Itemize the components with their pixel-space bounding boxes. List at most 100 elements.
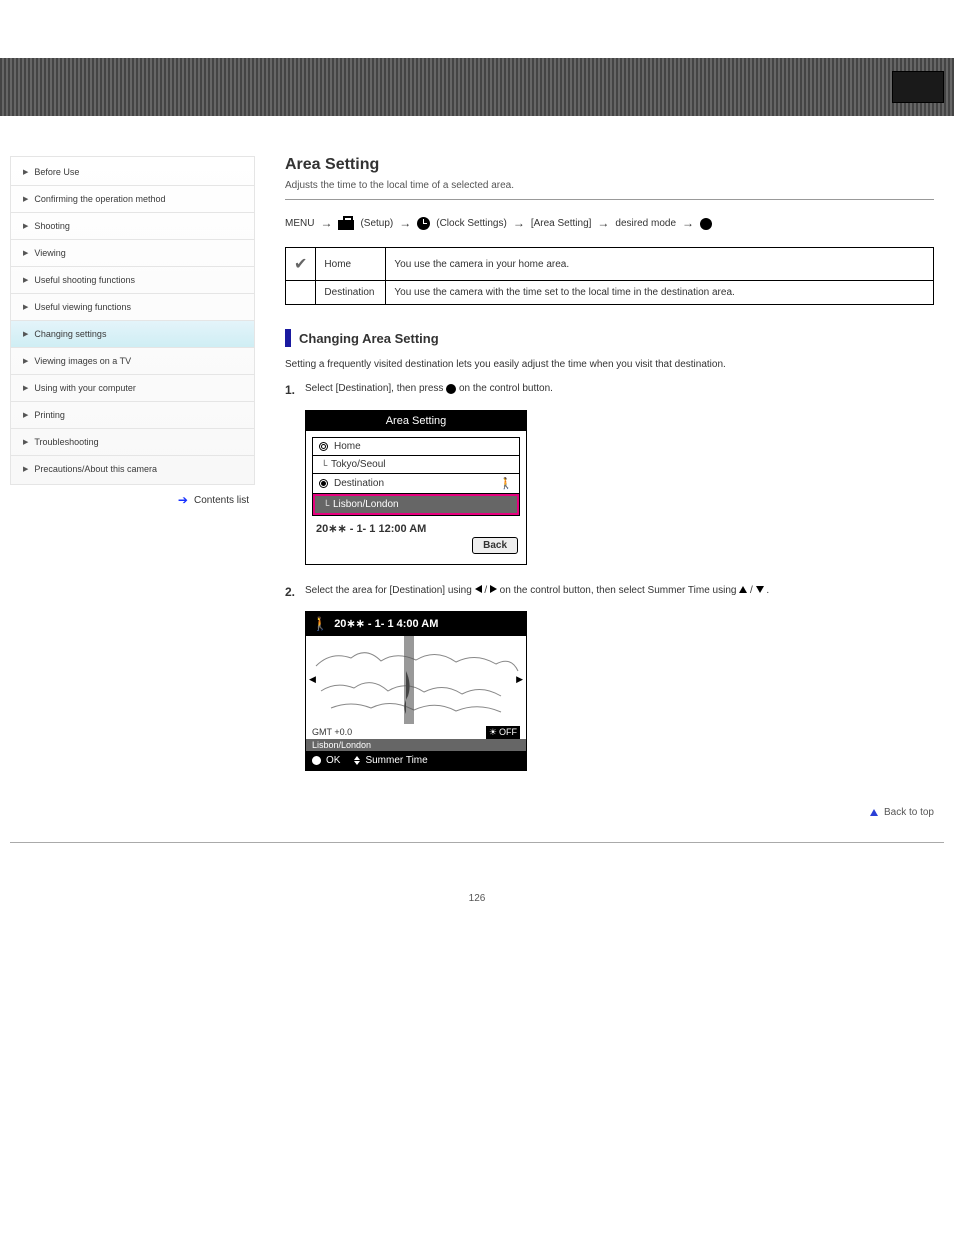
clock-icon — [417, 217, 430, 230]
lcd-list: Home Tokyo/Seoul Destination 🚶 Lisbon/Lo… — [312, 437, 520, 516]
nav-changing-settings[interactable]: ▶Changing settings — [11, 321, 254, 348]
nav-useful-shooting[interactable]: ▶ Useful shooting functions — [11, 267, 254, 294]
nav-troubleshooting[interactable]: ▶Troubleshooting — [11, 429, 254, 456]
arrow-icon: → — [513, 214, 525, 233]
chevron-right-icon: ▶ — [23, 195, 28, 203]
nav-viewing-on-tv[interactable]: ▶Viewing images on a TV — [11, 348, 254, 375]
dot-icon — [446, 384, 456, 394]
arrow-icon: → — [597, 214, 609, 233]
step-text: . — [766, 585, 769, 596]
divider — [285, 199, 934, 200]
menu-prefix: MENU — [285, 216, 314, 232]
check-cell: ✔ — [286, 248, 316, 281]
step-1: 1. Select [Destination], then press on t… — [285, 381, 934, 400]
person-walking-icon: 🚶 — [312, 616, 328, 632]
chevron-right-icon: ▶ — [23, 357, 28, 365]
option-desc: You use the camera in your home area. — [386, 248, 934, 281]
lcd-datetime: 20∗∗ - 1- 1 12:00 AM — [312, 516, 520, 537]
chevron-right-icon: ▶ — [23, 303, 28, 311]
nav-printing[interactable]: ▶ Printing — [11, 402, 254, 429]
triangle-down-icon — [756, 586, 764, 593]
nav-label: Useful viewing functions — [34, 302, 131, 312]
nav-label: Useful shooting functions — [34, 275, 135, 285]
main-content: Area Setting Adjusts the time to the loc… — [285, 156, 944, 818]
step-2: 2. Select the area for [Destination] usi… — [285, 583, 934, 602]
triangle-left-icon — [475, 585, 482, 593]
chevron-right-icon: ▶ — [23, 465, 28, 473]
step-number: 1. — [285, 381, 299, 400]
checkmark-icon: ✔ — [294, 256, 307, 273]
triangle-up-icon — [739, 586, 747, 593]
lcd2-top-bar: 🚶 20∗∗ - 1- 1 4:00 AM — [306, 612, 526, 636]
menu-path: MENU → (Setup) → (Clock Settings) → [Are… — [285, 214, 934, 233]
section-title: Changing Area Setting — [299, 331, 439, 346]
person-walking-icon: 🚶 — [499, 477, 513, 490]
world-map-icon — [306, 636, 526, 724]
chevron-right-icon: ▶ — [23, 168, 28, 176]
option-row-home: ✔ Home You use the camera in your home a… — [286, 248, 934, 281]
radio-filled-icon — [319, 479, 328, 488]
step-text: Select [Destination], then press — [305, 383, 443, 394]
nav-label: Printing — [34, 410, 65, 420]
step-number: 2. — [285, 583, 299, 602]
back-to-top-label: Back to top — [884, 807, 934, 818]
sun-icon: ☀ — [489, 727, 497, 738]
step-text: Select the area for [Destination] using — [305, 585, 472, 596]
lcd-row-destination: Destination 🚶 — [313, 474, 519, 494]
section-intro: Setting a frequently visited destination… — [285, 357, 934, 373]
lcd-world-map: 🚶 20∗∗ - 1- 1 4:00 AM ◀ ▶ GMT +0.0 — [305, 611, 527, 771]
page-title: Area Setting — [285, 156, 934, 174]
chevron-right-icon: ▶ — [23, 249, 28, 257]
contents-list-link[interactable]: ➔ Contents list — [10, 485, 255, 507]
chevron-right-icon: ▶ — [23, 411, 28, 419]
nav-shooting[interactable]: ▶Shooting — [11, 213, 254, 240]
lcd-back-row: Back — [312, 537, 520, 556]
triangle-up-icon — [870, 809, 878, 816]
nav-before-use[interactable]: ▶ Before Use — [11, 159, 254, 186]
lcd-body: Home Tokyo/Seoul Destination 🚶 Lisbon/Lo… — [306, 431, 526, 564]
nav-viewing[interactable]: ▶ Viewing — [11, 240, 254, 267]
lcd2-gmt-row: GMT +0.0 ☀ OFF — [306, 724, 526, 739]
nav-precautions[interactable]: ▶Precautions/About this camera — [11, 456, 254, 482]
back-to-top-link[interactable]: Back to top — [285, 801, 934, 818]
sun-off-text: OFF — [499, 727, 517, 737]
menu-mode: desired mode — [615, 216, 676, 232]
sidebar: ▶ Before Use ▶ Confirming the operation me… — [10, 156, 255, 485]
option-desc: You use the camera with the time set to … — [386, 281, 934, 305]
triangle-left-icon: ◀ — [309, 674, 316, 685]
lcd-row-home: Home — [313, 438, 519, 456]
menu-clock-label: (Clock Settings) — [436, 216, 507, 232]
page-subtitle: Adjusts the time to the local time of a … — [285, 180, 934, 191]
lcd-home-label: Home — [334, 441, 361, 452]
lcd2-location: Lisbon/London — [306, 739, 526, 751]
check-cell — [286, 281, 316, 305]
option-name: Destination — [316, 281, 386, 305]
nav-useful-viewing[interactable]: ▶ Useful viewing functions — [11, 294, 254, 321]
nav-label: Viewing — [34, 248, 65, 258]
nav-label: Using with your computer — [34, 383, 136, 393]
lcd2-ok: OK — [326, 755, 340, 766]
nav-using-computer[interactable]: ▶ Using with your computer — [11, 375, 254, 402]
arrow-icon: → — [682, 214, 694, 233]
dot-icon — [700, 218, 712, 230]
radio-icon — [319, 442, 328, 451]
arrow-icon: → — [399, 214, 411, 233]
briefcase-icon — [338, 218, 354, 230]
lcd2-datetime: 20∗∗ - 1- 1 4:00 AM — [334, 617, 438, 630]
nav-label: Before Use — [34, 167, 79, 177]
options-table: ✔ Home You use the camera in your home a… — [285, 247, 934, 305]
lcd-title: Area Setting — [306, 411, 526, 431]
up-down-icon — [354, 756, 360, 765]
triangle-right-icon: ▶ — [516, 674, 523, 685]
chevron-right-icon: ▶ — [23, 276, 28, 284]
lcd2-map: ◀ ▶ — [306, 636, 526, 724]
menu-item: [Area Setting] — [531, 216, 592, 232]
page-content: ▶ Before Use ▶ Confirming the operation me… — [0, 116, 954, 838]
chevron-right-icon: ▶ — [23, 330, 28, 338]
nav-confirming-operation[interactable]: ▶ Confirming the operation method — [11, 186, 254, 213]
nav-label: Confirming the operation method — [34, 194, 165, 204]
chevron-right-icon: ▶ — [23, 384, 28, 392]
summer-off-badge: ☀ OFF — [486, 726, 520, 739]
lcd-back-button: Back — [472, 537, 518, 554]
lcd-dest-label: Destination — [334, 478, 384, 489]
